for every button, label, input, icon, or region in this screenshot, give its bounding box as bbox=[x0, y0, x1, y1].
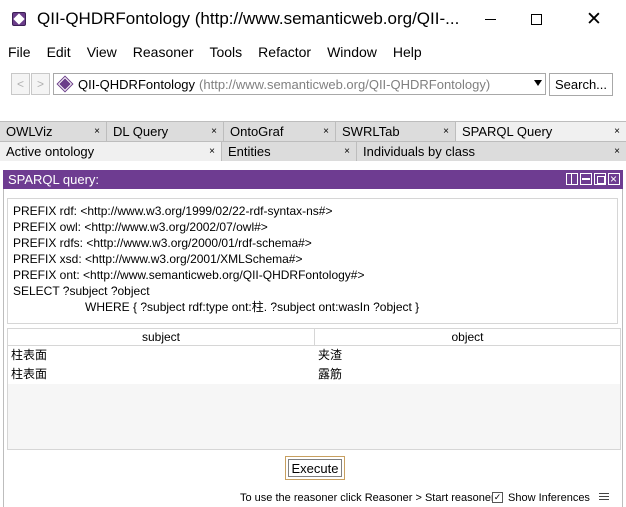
menu-tools[interactable]: Tools bbox=[209, 44, 242, 60]
minimize-icon bbox=[484, 18, 496, 20]
close-tab-icon[interactable]: × bbox=[94, 122, 100, 141]
close-tab-icon[interactable]: × bbox=[323, 122, 329, 141]
panel-title: SPARQL query: bbox=[8, 172, 100, 187]
tab-label: Active ontology bbox=[6, 144, 95, 159]
column-header-object[interactable]: object bbox=[315, 329, 620, 345]
sparql-panel-body: PREFIX rdf: <http://www.w3.org/1999/02/2… bbox=[3, 189, 623, 507]
menu-edit[interactable]: Edit bbox=[47, 44, 71, 60]
show-inferences-label: Show Inferences bbox=[508, 492, 590, 504]
close-tab-icon[interactable]: × bbox=[344, 142, 350, 161]
minimize-button[interactable] bbox=[467, 0, 513, 38]
table-row[interactable]: 柱表面 露筋 bbox=[8, 365, 620, 384]
tab-label: SWRLTab bbox=[342, 124, 400, 139]
ontology-icon bbox=[57, 76, 73, 92]
execute-button[interactable]: Execute bbox=[285, 456, 345, 480]
title-bar: QII-QHDRFontology (http://www.semanticwe… bbox=[0, 0, 626, 38]
close-tab-icon[interactable]: × bbox=[443, 122, 449, 141]
tab-owlviz[interactable]: OWLViz × bbox=[0, 122, 107, 141]
forward-button[interactable]: > bbox=[31, 73, 50, 95]
maximize-icon bbox=[530, 13, 542, 25]
menu-file[interactable]: File bbox=[8, 44, 31, 60]
dropdown-arrow-icon[interactable] bbox=[534, 80, 542, 86]
close-icon: ✕ bbox=[586, 8, 602, 30]
minimize-panel-icon[interactable] bbox=[580, 173, 592, 185]
close-tab-icon[interactable]: × bbox=[211, 122, 217, 141]
query-line: PREFIX ont: <http://www.semanticweb.org/… bbox=[13, 268, 365, 282]
workspace-tabs: OWLViz × DL Query × OntoGraf × SWRLTab ×… bbox=[0, 121, 626, 141]
active-ontology-combo[interactable]: QII-QHDRFontology (http://www.semanticwe… bbox=[53, 73, 546, 95]
tab-individuals-by-class[interactable]: Individuals by class × bbox=[357, 142, 626, 161]
ontology-nav-bar: < > QII-QHDRFontology (http://www.semant… bbox=[0, 70, 626, 100]
query-line: SELECT ?subject ?object bbox=[13, 284, 150, 298]
ontology-iri: (http://www.semanticweb.org/QII-QHDRFont… bbox=[199, 76, 491, 92]
tab-label: OWLViz bbox=[6, 124, 53, 139]
menu-help[interactable]: Help bbox=[393, 44, 422, 60]
menu-bar: File Edit View Reasoner Tools Refactor W… bbox=[0, 41, 438, 63]
tab-label: Entities bbox=[228, 144, 271, 159]
split-view-icon[interactable] bbox=[566, 173, 578, 185]
close-window-button[interactable]: ✕ bbox=[571, 0, 617, 38]
table-cell: 柱表面 bbox=[11, 348, 48, 362]
status-bar: To use the reasoner click Reasoner > Sta… bbox=[0, 489, 626, 507]
close-tab-icon[interactable]: × bbox=[614, 142, 620, 161]
execute-label: Execute bbox=[288, 459, 342, 477]
tab-label: DL Query bbox=[113, 124, 169, 139]
table-row[interactable]: 柱表面 夹渣 bbox=[8, 346, 620, 365]
tab-ontograf[interactable]: OntoGraf × bbox=[224, 122, 336, 141]
reasoner-status-text: To use the reasoner click Reasoner > Sta… bbox=[240, 492, 495, 504]
view-tabs: Active ontology × Entities × Individuals… bbox=[0, 141, 626, 161]
window-title: QII-QHDRFontology (http://www.semanticwe… bbox=[37, 9, 460, 28]
query-line: PREFIX rdfs: <http://www.w3.org/2000/01/… bbox=[13, 236, 312, 250]
menu-view[interactable]: View bbox=[87, 44, 117, 60]
close-panel-icon[interactable] bbox=[608, 170, 620, 189]
menu-lines-icon[interactable] bbox=[599, 493, 609, 502]
menu-refactor[interactable]: Refactor bbox=[258, 44, 311, 60]
show-inferences-checkbox[interactable]: ✓ bbox=[492, 492, 503, 503]
tab-label: Individuals by class bbox=[363, 144, 475, 159]
table-cell: 柱表面 bbox=[11, 367, 48, 381]
table-cell: 露筋 bbox=[318, 367, 343, 381]
menu-window[interactable]: Window bbox=[327, 44, 377, 60]
ontology-name: QII-QHDRFontology bbox=[78, 76, 196, 92]
query-line: PREFIX owl: <http://www.w3.org/2002/07/o… bbox=[13, 220, 268, 234]
query-line: PREFIX rdf: <http://www.w3.org/1999/02/2… bbox=[13, 204, 333, 218]
menu-reasoner[interactable]: Reasoner bbox=[133, 44, 194, 60]
close-tab-icon[interactable]: × bbox=[614, 122, 620, 141]
tab-entities[interactable]: Entities × bbox=[222, 142, 357, 161]
protege-app-icon bbox=[11, 10, 29, 28]
results-table: subject object 柱表面 夹渣 柱表面 露筋 bbox=[7, 328, 621, 450]
tab-sparql-query[interactable]: SPARQL Query × bbox=[456, 122, 626, 141]
sparql-query-editor[interactable]: PREFIX rdf: <http://www.w3.org/1999/02/2… bbox=[7, 198, 618, 324]
column-header-subject[interactable]: subject bbox=[8, 329, 315, 345]
tab-label: SPARQL Query bbox=[462, 124, 553, 139]
tab-active-ontology[interactable]: Active ontology × bbox=[0, 142, 222, 161]
maximize-panel-icon[interactable] bbox=[594, 173, 606, 185]
table-cell: 夹渣 bbox=[318, 348, 343, 362]
maximize-button[interactable] bbox=[513, 0, 559, 38]
query-where-line: WHERE { ?subject rdf:type ont:柱. ?subjec… bbox=[85, 300, 420, 314]
tab-label: OntoGraf bbox=[230, 124, 284, 139]
tab-dl-query[interactable]: DL Query × bbox=[107, 122, 224, 141]
close-tab-icon[interactable]: × bbox=[209, 142, 215, 161]
sparql-panel-header: SPARQL query: bbox=[3, 170, 623, 189]
search-button[interactable]: Search... bbox=[549, 73, 613, 96]
query-line: PREFIX xsd: <http://www.w3.org/2001/XMLS… bbox=[13, 252, 303, 266]
back-button[interactable]: < bbox=[11, 73, 30, 95]
panel-controls bbox=[566, 170, 620, 189]
results-header: subject object bbox=[8, 329, 620, 346]
tab-swrltab[interactable]: SWRLTab × bbox=[336, 122, 456, 141]
